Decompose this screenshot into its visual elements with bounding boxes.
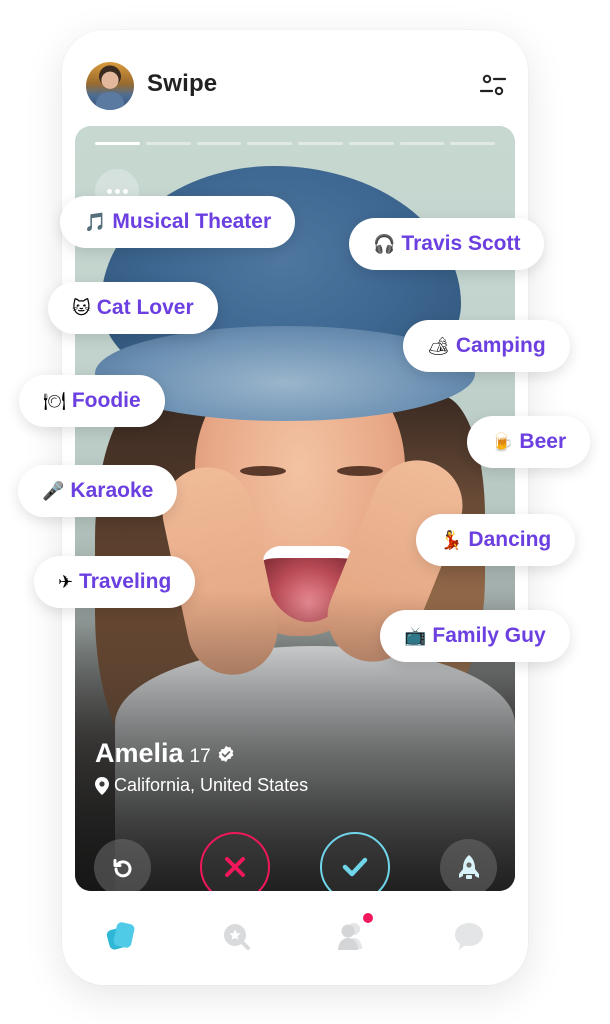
interest-tag[interactable]: 🍽 Foodie <box>19 375 165 427</box>
tag-label: Family Guy <box>432 624 546 647</box>
dot-icon <box>114 188 120 194</box>
music-note-icon: 🎵 <box>84 211 107 233</box>
bottom-tab-bar <box>62 905 528 965</box>
profile-location: California, United States <box>114 775 309 795</box>
photo-progress-segment[interactable] <box>298 142 343 145</box>
microphone-icon: 🎤 <box>42 480 65 502</box>
interest-tag[interactable]: 🎵 Musical Theater <box>60 196 296 248</box>
dancer-icon: 💃 <box>440 529 463 551</box>
airplane-icon: ✈ <box>58 571 74 593</box>
television-icon: 📺 <box>404 625 427 647</box>
tag-label: Travis Scott <box>401 232 521 255</box>
location-pin-icon <box>95 776 109 795</box>
user-avatar[interactable] <box>86 62 134 110</box>
profile-age: 17 <box>189 746 211 767</box>
interest-tag[interactable]: 🎤 Karaoke <box>18 465 178 517</box>
interest-tag[interactable]: 🏕 Camping <box>403 320 570 372</box>
action-bar <box>75 832 515 891</box>
like-button[interactable] <box>320 832 390 891</box>
photo-progress-segment[interactable] <box>95 142 140 145</box>
tag-label: Dancing <box>468 528 552 551</box>
tag-label: Karaoke <box>70 479 154 502</box>
app-header: Swipe <box>62 30 528 126</box>
tag-label: Traveling <box>79 570 172 593</box>
dot-icon <box>122 188 128 194</box>
tag-label: Camping <box>455 334 546 357</box>
tab-swipe[interactable] <box>104 919 138 953</box>
tent-icon: 🏕 <box>427 335 450 357</box>
filter-button[interactable] <box>479 72 507 98</box>
rocket-icon <box>458 854 479 879</box>
profile-info: Amelia 17 California, United States <box>95 738 308 796</box>
tab-discover[interactable] <box>220 919 254 953</box>
interest-tag[interactable]: ✈ Traveling <box>34 556 196 608</box>
interest-tag[interactable]: 🐱 Cat Lover <box>48 282 218 334</box>
cards-icon <box>106 922 135 950</box>
photo-progress-segment[interactable] <box>348 142 394 145</box>
boost-button[interactable] <box>440 839 497 891</box>
tag-label: Musical Theater <box>112 210 272 233</box>
sliders-icon <box>479 74 507 96</box>
beer-mug-icon: 🍺 <box>491 431 514 453</box>
tab-chat[interactable] <box>452 919 486 953</box>
cat-icon: 🐱 <box>72 297 91 319</box>
interest-tag[interactable]: 💃 Dancing <box>416 514 576 566</box>
undo-button[interactable] <box>94 839 151 891</box>
profile-name: Amelia <box>95 738 184 768</box>
photo-progress-segment[interactable] <box>247 142 292 145</box>
chat-bubble-icon <box>455 923 483 950</box>
tab-matches[interactable] <box>335 913 373 953</box>
photo-progress <box>95 142 495 145</box>
verified-badge-icon <box>218 745 233 762</box>
close-icon <box>225 857 245 877</box>
photo-progress-segment[interactable] <box>450 142 495 145</box>
photo-progress-segment[interactable] <box>196 142 242 145</box>
people-icon <box>338 923 362 950</box>
headphones-icon: 🎧 <box>373 233 396 255</box>
plate-icon: 🍽 <box>43 390 66 412</box>
photo-progress-segment[interactable] <box>399 142 445 145</box>
tag-label: Foodie <box>71 389 141 412</box>
dot-icon <box>106 188 112 194</box>
tag-label: Beer <box>519 430 567 453</box>
app-title: Swipe <box>147 70 218 97</box>
notification-badge <box>363 913 373 923</box>
nope-button[interactable] <box>200 832 270 891</box>
star-search-icon <box>224 924 250 950</box>
interest-tag[interactable]: 🍺 Beer <box>467 416 591 468</box>
interest-tag[interactable]: 📺 Family Guy <box>380 610 570 662</box>
interest-tag[interactable]: 🎧 Travis Scott <box>349 218 545 270</box>
tag-label: Cat Lover <box>96 296 194 319</box>
check-icon <box>342 857 368 877</box>
undo-icon <box>113 858 131 877</box>
photo-progress-segment[interactable] <box>145 142 191 145</box>
